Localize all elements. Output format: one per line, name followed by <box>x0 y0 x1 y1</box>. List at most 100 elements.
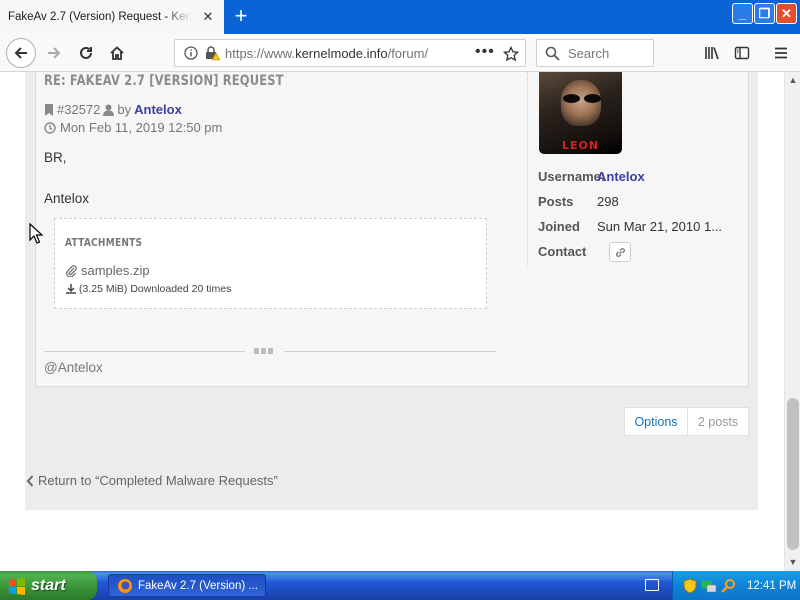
windows-logo-icon <box>9 577 25 595</box>
scrollbar-thumb[interactable] <box>787 398 799 550</box>
search-tray-icon[interactable] <box>721 578 737 594</box>
reload-button[interactable] <box>72 39 100 67</box>
by-label: by <box>117 102 132 117</box>
return-link[interactable]: Return to “Completed Malware Requests” <box>26 473 278 488</box>
taskbar: start FakeAv 2.7 (Version) ... 12:41 PM <box>0 571 800 600</box>
page-viewport: RE: FAKEAV 2.7 [VERSION] REQUEST #32572 … <box>0 72 784 571</box>
profile-divider <box>527 72 528 266</box>
attachment-file-link[interactable]: samples.zip <box>66 263 150 278</box>
link-icon <box>615 247 625 257</box>
back-button[interactable] <box>6 38 36 68</box>
arrow-right-icon <box>48 47 61 59</box>
taskbar-window-label: FakeAv 2.7 (Version) ... <box>138 579 258 592</box>
avatar-face <box>561 80 601 126</box>
search-bar[interactable]: Search <box>536 39 654 67</box>
separator-dots-icon <box>254 348 276 354</box>
scroll-up-arrow-icon[interactable]: ▲ <box>785 72 800 88</box>
mouse-cursor-icon <box>29 223 43 244</box>
window-minimize-button[interactable]: _ <box>732 3 753 24</box>
attachments-box: ATTACHMENTS samples.zip (3.25 MiB) Downl… <box>54 218 487 309</box>
info-icon[interactable] <box>184 46 198 60</box>
post-body-line: BR, <box>44 150 67 165</box>
search-placeholder: Search <box>568 46 610 61</box>
taskbar-window-item[interactable]: FakeAv 2.7 (Version) ... <box>108 574 266 597</box>
options-button[interactable]: Options <box>625 408 688 435</box>
arrow-left-icon <box>14 47 27 59</box>
attachments-heading: ATTACHMENTS <box>65 236 143 249</box>
window-restore-button[interactable]: ❐ <box>754 3 775 24</box>
search-icon <box>545 46 560 61</box>
separator-line <box>284 351 496 352</box>
scroll-down-arrow-icon[interactable]: ▼ <box>785 554 800 570</box>
page-actions-menu-icon[interactable]: ••• <box>475 43 495 61</box>
url-text: https://www.kernelmode.info/forum/ <box>225 46 429 61</box>
topic-actions: Options 2 posts <box>624 407 749 436</box>
network-icon[interactable] <box>701 578 717 594</box>
sidebar-toggle-button[interactable] <box>728 39 756 67</box>
system-tray: 12:41 PM <box>672 571 800 600</box>
profile-contact-row: Contact <box>538 242 631 262</box>
posts-count: 2 posts <box>697 414 739 429</box>
insecure-lock-icon[interactable] <box>204 45 220 61</box>
post-id[interactable]: #32572 <box>57 102 100 117</box>
start-button[interactable]: start <box>0 571 97 600</box>
start-label: start <box>31 576 66 594</box>
tab-close-icon[interactable]: ✕ <box>200 9 216 25</box>
forward-button[interactable] <box>40 39 68 67</box>
profile-posts-value[interactable]: 298 <box>597 194 619 209</box>
window-close-button[interactable]: ✕ <box>776 3 797 24</box>
tab-title: FakeAv 2.7 (Version) Request - KernelMod… <box>8 11 192 23</box>
clock-icon <box>44 121 56 134</box>
navigation-toolbar: https://www.kernelmode.info/forum/ ••• S… <box>0 34 800 72</box>
screen: FakeAv 2.7 (Version) Request - KernelMod… <box>0 0 800 600</box>
post-body-line: Antelox <box>44 191 90 206</box>
home-icon <box>110 46 124 60</box>
profile-username-row: Username: Antelox <box>538 169 645 184</box>
signature-separator <box>44 348 496 354</box>
user-icon <box>103 104 115 116</box>
attachment-info: (3.25 MiB) Downloaded 20 times <box>66 283 231 295</box>
avatar: LEON <box>539 72 622 154</box>
profile-username-label: Username: <box>538 169 606 184</box>
post-title[interactable]: RE: FAKEAV 2.7 [VERSION] REQUEST <box>44 73 284 89</box>
post-date-row: Mon Feb 11, 2019 12:50 pm <box>44 120 222 135</box>
main-menu-button[interactable] <box>767 39 795 67</box>
home-button[interactable] <box>103 39 131 67</box>
hamburger-menu-icon <box>775 47 787 59</box>
library-button[interactable] <box>698 39 726 67</box>
bookmark-star-icon[interactable] <box>503 46 519 62</box>
separator-line <box>44 351 245 352</box>
post-date: Mon Feb 11, 2019 12:50 pm <box>60 120 223 135</box>
new-tab-plus-icon[interactable]: + <box>229 4 253 28</box>
attachment-filename[interactable]: samples.zip <box>81 263 150 278</box>
profile-joined-value: Sun Mar 21, 2010 1... <box>597 219 723 234</box>
firefox-icon <box>118 578 132 593</box>
profile-joined-label: Joined <box>538 219 580 234</box>
browser-tab-strip: FakeAv 2.7 (Version) Request - KernelMod… <box>0 0 800 34</box>
post-author-link[interactable]: Antelox <box>134 102 182 117</box>
library-icon <box>705 47 719 60</box>
profile-username-link[interactable]: Antelox <box>597 169 645 184</box>
contact-button[interactable] <box>609 242 631 262</box>
browser-tab-active[interactable]: FakeAv 2.7 (Version) Request - KernelMod… <box>0 0 224 34</box>
security-shield-icon[interactable] <box>683 578 697 594</box>
profile-joined-row: Joined Sun Mar 21, 2010 1... <box>538 219 722 234</box>
profile-posts-row: Posts 298 <box>538 194 619 209</box>
return-link-label[interactable]: Return to “Completed Malware Requests” <box>38 473 278 488</box>
bookmark-icon <box>45 103 53 116</box>
keyboard-layout-icon[interactable] <box>645 579 659 591</box>
post-meta: #32572 by Antelox <box>44 102 182 117</box>
sidebar-icon <box>734 46 750 60</box>
avatar-caption: LEON <box>561 139 600 152</box>
clock[interactable]: 12:41 PM <box>747 580 796 592</box>
reload-icon <box>80 46 92 59</box>
avatar-glasses <box>563 94 601 103</box>
download-icon <box>66 284 76 294</box>
profile-contact-label: Contact <box>538 244 587 259</box>
paperclip-icon <box>66 264 77 277</box>
chevron-left-icon <box>26 474 34 487</box>
attachment-download-count: (3.25 MiB) Downloaded 20 times <box>79 283 232 295</box>
profile-posts-label: Posts <box>538 194 574 209</box>
url-bar[interactable]: https://www.kernelmode.info/forum/ ••• <box>174 39 526 67</box>
page-scrollbar[interactable]: ▲ ▼ <box>784 72 800 571</box>
